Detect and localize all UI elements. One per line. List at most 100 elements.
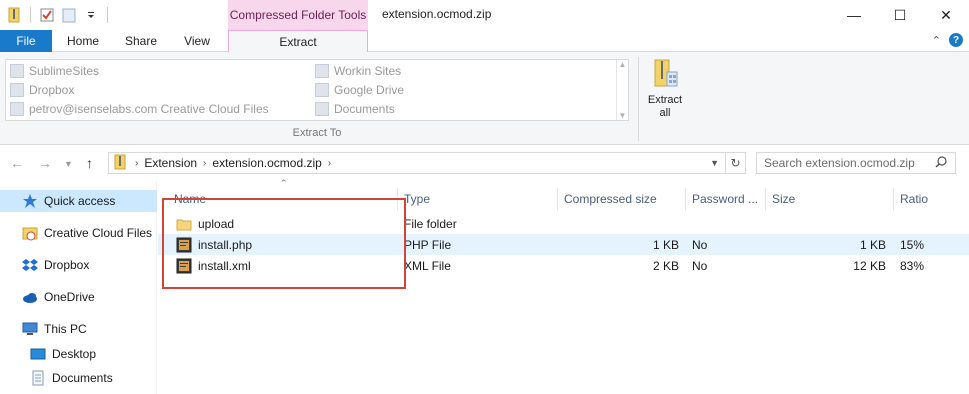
dropbox-icon	[22, 257, 38, 273]
column-header-name[interactable]: Name	[168, 188, 398, 210]
nav-item-quick-access[interactable]: Quick access	[0, 190, 157, 212]
zip-folder-icon	[113, 154, 127, 173]
help-icon[interactable]: ?	[949, 33, 963, 47]
nav-item-label: Creative Cloud Files	[44, 226, 153, 240]
close-button[interactable]: ✕	[923, 0, 969, 30]
creative-cloud-icon	[10, 102, 24, 116]
nav-item-this-pc[interactable]: This PC	[22, 318, 87, 340]
extract-all-icon	[651, 58, 679, 90]
sort-indicator-icon: ⌃	[280, 178, 288, 188]
file-name-cell: upload	[176, 213, 234, 234]
breadcrumb-item[interactable]: Extension	[144, 156, 197, 170]
dropbox-icon	[10, 83, 24, 97]
column-header-ratio[interactable]: Ratio	[894, 188, 964, 210]
file-password: No	[692, 258, 708, 273]
file-compressed-size: 1 KB	[652, 237, 679, 252]
search-icon[interactable]	[935, 155, 947, 171]
address-dropdown-icon[interactable]: ▼	[710, 158, 719, 168]
ribbon-tab-bar: File Home Share View Extract	[0, 30, 969, 53]
tab-file[interactable]: File	[0, 30, 52, 52]
separator	[107, 7, 108, 23]
nav-item-label: OneDrive	[44, 290, 95, 304]
ribbon-separator	[638, 57, 639, 141]
chevron-right-icon[interactable]: ›	[203, 158, 206, 169]
desktop-icon	[30, 346, 46, 362]
file-list: Name Type Compressed size Password ... S…	[158, 181, 969, 394]
chevron-right-icon[interactable]: ›	[135, 158, 138, 169]
file-size: 1 KB	[859, 237, 886, 252]
gallery-item-label: Documents	[334, 102, 395, 116]
back-icon[interactable]: ←	[10, 155, 24, 171]
quick-access-toolbar	[6, 6, 110, 24]
file-name-cell: install.xml	[176, 255, 251, 276]
nav-item-label: Desktop	[52, 347, 97, 361]
contextual-tab-title: Compressed Folder Tools	[228, 0, 368, 30]
title-bar: Compressed Folder Tools extension.ocmod.…	[0, 0, 969, 30]
nav-item-desktop[interactable]: Desktop	[30, 343, 96, 365]
column-header-compressed-size[interactable]: Compressed size	[558, 188, 686, 210]
gallery-item[interactable]: Workin Sites	[315, 62, 401, 80]
file-row[interactable]: install.xml XML File 2 KB No 12 KB 83%	[158, 255, 969, 276]
minimize-button[interactable]: —	[831, 0, 877, 30]
gallery-item[interactable]: petrov@isenselabs.com Creative Cloud Fil…	[10, 100, 269, 118]
maximize-button[interactable]: ☐	[877, 0, 923, 30]
nav-item-dropbox[interactable]: Dropbox	[22, 254, 89, 276]
nav-item-documents[interactable]: Documents	[30, 367, 113, 389]
folder-icon	[315, 64, 329, 78]
nav-item-label: Dropbox	[44, 258, 90, 272]
file-size: 12 KB	[853, 258, 886, 273]
ribbon-options: ⌃ ?	[932, 33, 963, 47]
file-compressed-size: 2 KB	[652, 258, 679, 273]
gallery-item[interactable]: Google Drive	[315, 81, 404, 99]
scroll-up-icon[interactable]: ▲	[619, 60, 627, 69]
php-file-icon	[176, 237, 192, 253]
tab-home[interactable]: Home	[58, 30, 108, 52]
window-controls: — ☐ ✕	[831, 0, 969, 30]
column-header-type[interactable]: Type	[398, 188, 558, 210]
nav-item-label: Quick access	[44, 194, 116, 208]
tab-view[interactable]: View	[172, 30, 222, 52]
address-bar[interactable]: › Extension › extension.ocmod.zip › ▼ ↻	[108, 152, 746, 174]
file-name: install.php	[198, 237, 253, 252]
collapse-ribbon-icon[interactable]: ⌃	[932, 34, 941, 47]
gallery-item-label: SublimeSites	[29, 64, 100, 78]
file-row[interactable]: upload File folder	[158, 213, 969, 234]
search-box[interactable]: Search extension.ocmod.zip	[756, 152, 956, 174]
recent-locations-icon[interactable]: ▼	[64, 159, 73, 169]
gallery-item[interactable]: Dropbox	[10, 81, 74, 99]
zip-folder-icon[interactable]	[6, 7, 22, 23]
window-title: extension.ocmod.zip	[382, 7, 492, 21]
refresh-icon[interactable]: ↻	[725, 153, 745, 173]
documents-icon	[315, 102, 329, 116]
breadcrumb-item[interactable]: extension.ocmod.zip	[212, 156, 321, 170]
documents-icon	[30, 370, 46, 386]
chevron-right-icon[interactable]: ›	[328, 158, 331, 169]
file-name: install.xml	[198, 258, 251, 273]
extract-all-button[interactable]: Extract all	[643, 58, 687, 122]
gallery-item-label: Google Drive	[334, 83, 405, 97]
tab-share[interactable]: Share	[116, 30, 166, 52]
file-row[interactable]: install.php PHP File 1 KB No 1 KB 15%	[158, 234, 969, 255]
gallery-scroll[interactable]: ▲ ▼	[616, 60, 628, 120]
navigation-bar: ← → ▼ ↑ › Extension › extension.ocmod.zi…	[0, 145, 969, 181]
folder-icon	[176, 216, 192, 232]
nav-item-onedrive[interactable]: OneDrive	[22, 286, 95, 308]
extract-to-gallery: SublimeSites Dropbox petrov@isenselabs.c…	[5, 59, 629, 121]
up-icon[interactable]: ↑	[86, 155, 93, 171]
tab-extract[interactable]: Extract	[228, 30, 368, 53]
nav-item-creative-cloud[interactable]: Creative Cloud Files	[22, 222, 152, 244]
column-header-password[interactable]: Password ...	[686, 188, 766, 210]
scroll-down-icon[interactable]: ▼	[619, 111, 627, 120]
group-label-extract-to: Extract To	[292, 127, 342, 139]
gallery-item-label: Workin Sites	[334, 64, 402, 78]
column-header-size[interactable]: Size	[766, 188, 894, 210]
nav-item-label: Documents	[52, 371, 113, 385]
creative-cloud-folder-icon	[22, 225, 38, 241]
file-type: File folder	[404, 216, 457, 231]
gallery-item[interactable]: Documents	[315, 100, 395, 118]
gallery-item[interactable]: SublimeSites	[10, 62, 99, 80]
customize-qat-icon[interactable]	[83, 7, 99, 23]
new-folder-icon[interactable]	[61, 7, 77, 23]
properties-icon[interactable]	[39, 7, 55, 23]
forward-icon[interactable]: →	[38, 155, 52, 171]
